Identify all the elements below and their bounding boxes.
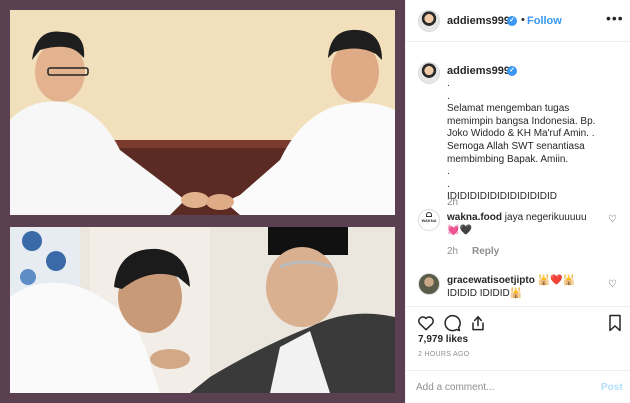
caption-text: . . Selamat mengemban tugas memimpin ban… xyxy=(447,78,596,203)
chef-hat-icon xyxy=(426,212,432,217)
comment-username[interactable]: wakna.food xyxy=(447,212,502,223)
like-comment-heart-icon[interactable]: ♡ xyxy=(608,279,617,290)
post-header: addiems999 ✓ • Follow ••• xyxy=(406,0,630,42)
comment: wakna.food jaya negerikuuuuu💓🖤 xyxy=(447,212,597,237)
follow-button[interactable]: Follow xyxy=(527,15,562,27)
heart-icon[interactable] xyxy=(416,313,436,333)
comment-time[interactable]: 2h xyxy=(447,246,458,257)
author-avatar[interactable] xyxy=(418,10,440,32)
commenter-avatar[interactable]: WAKNA xyxy=(418,209,440,231)
likes-count[interactable]: 7,979 likes xyxy=(418,334,468,345)
add-comment-input[interactable] xyxy=(416,379,586,395)
post-timestamp[interactable]: 2 HOURS AGO xyxy=(418,351,470,358)
separator-dot: • xyxy=(521,14,525,26)
comment-username[interactable]: gracewatisoetjipto xyxy=(447,275,535,286)
action-bar xyxy=(406,306,630,336)
like-comment-heart-icon[interactable]: ♡ xyxy=(608,214,617,225)
post-media[interactable] xyxy=(0,0,405,403)
photo-handshake xyxy=(10,10,395,215)
verified-icon: ✓ xyxy=(507,16,517,26)
comment: gracewatisoetjipto 🕌❤️🕌IDIDID IDIDID🕌 xyxy=(447,275,602,300)
share-icon[interactable] xyxy=(468,313,488,333)
caption-avatar[interactable] xyxy=(418,62,440,84)
bookmark-icon[interactable] xyxy=(605,313,625,333)
photo-hand-kiss xyxy=(10,227,395,393)
post-comment-button[interactable]: Post xyxy=(601,382,623,393)
comment-icon[interactable] xyxy=(442,313,462,333)
caption-time[interactable]: 2h xyxy=(447,197,458,208)
author-username[interactable]: addiems999 xyxy=(447,15,510,27)
verified-icon: ✓ xyxy=(507,66,517,76)
more-icon[interactable]: ••• xyxy=(606,10,624,26)
avatar-logo-text: WAKNA xyxy=(421,218,437,223)
add-comment-bar: Post xyxy=(406,370,630,403)
reply-button[interactable]: Reply xyxy=(472,246,499,257)
caption-username[interactable]: addiems999 xyxy=(447,65,510,77)
commenter-avatar[interactable] xyxy=(418,273,440,295)
post-sidebar: addiems999 ✓ • Follow ••• addiems999 ✓ .… xyxy=(405,0,630,403)
